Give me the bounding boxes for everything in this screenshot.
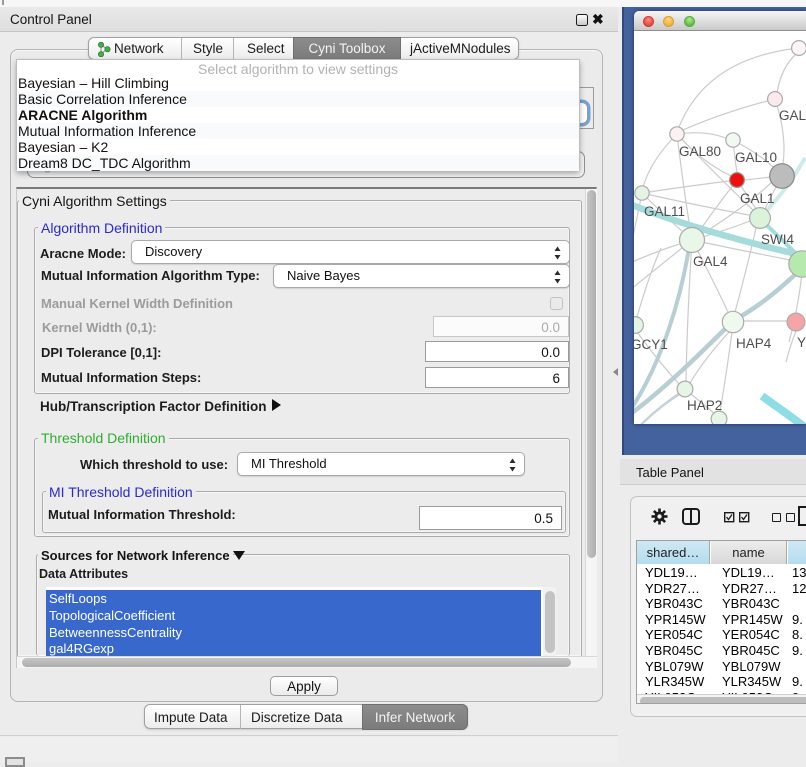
- svg-text:Y: Y: [797, 335, 806, 350]
- svg-text:GAL10: GAL10: [735, 150, 777, 165]
- svg-text:HAP4: HAP4: [736, 336, 772, 351]
- svg-text:GAL80: GAL80: [679, 144, 721, 159]
- svg-text:GAL1: GAL1: [740, 191, 775, 206]
- svg-text:HAP2: HAP2: [687, 398, 722, 413]
- svg-text:GAL4: GAL4: [693, 254, 728, 269]
- svg-text:SWI4: SWI4: [761, 232, 794, 247]
- svg-text:GAL8: GAL8: [779, 108, 806, 123]
- svg-text:GCY1: GCY1: [634, 337, 668, 352]
- svg-text:GAL11: GAL11: [644, 204, 685, 219]
